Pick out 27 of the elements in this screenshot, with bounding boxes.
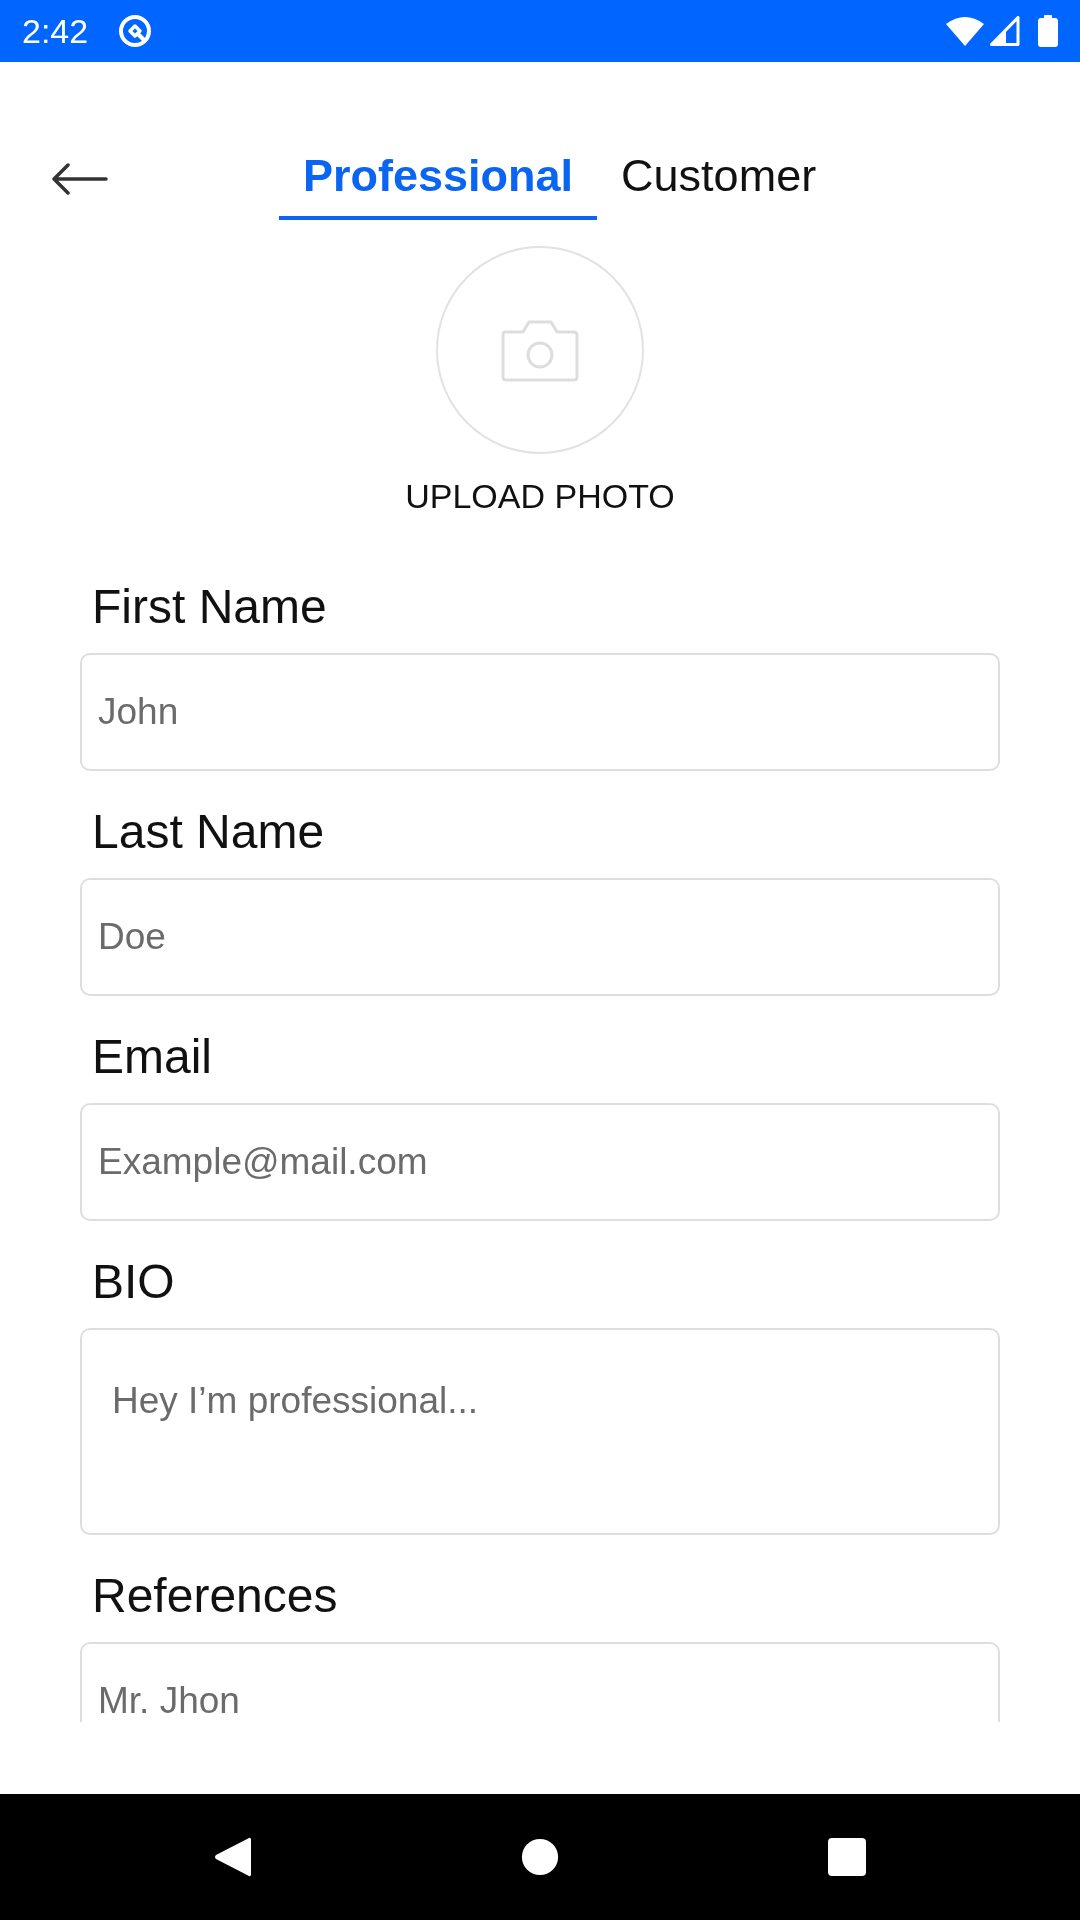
wifi-icon — [946, 16, 984, 46]
upload-photo-label: UPLOAD PHOTO — [405, 476, 675, 516]
input-field[interactable]: Mr. Jhon — [80, 1642, 1000, 1722]
back-button[interactable] — [50, 163, 108, 195]
back-arrow-icon — [50, 163, 108, 195]
battery-icon — [1038, 15, 1058, 47]
field-label: References — [91, 1568, 338, 1624]
field-label: BIO — [91, 1254, 175, 1310]
status-time: 2:42 — [22, 11, 89, 51]
field-label: First Name — [91, 579, 327, 635]
back-triangle-icon — [213, 1836, 254, 1878]
input-field[interactable]: John — [80, 653, 1000, 771]
field-label: Last Name — [91, 804, 325, 860]
tab[interactable]: Customer — [597, 152, 841, 220]
text-area[interactable]: Hey I’m professional... — [80, 1328, 1000, 1535]
home-circle-icon — [520, 1837, 560, 1877]
ring-notification-icon — [118, 14, 153, 48]
nav-back-button[interactable] — [213, 1836, 254, 1878]
cellular-signal-icon — [990, 16, 1020, 46]
tab[interactable]: Professional — [279, 152, 598, 220]
input-field[interactable]: Example@mail.com — [80, 1103, 1000, 1221]
input-field[interactable]: Doe — [80, 878, 1000, 996]
camera-icon — [501, 318, 579, 382]
recents-square-icon — [826, 1837, 867, 1877]
nav-recents-button[interactable] — [826, 1837, 867, 1877]
field-label: Email — [91, 1029, 213, 1085]
nav-home-button[interactable] — [520, 1837, 560, 1877]
